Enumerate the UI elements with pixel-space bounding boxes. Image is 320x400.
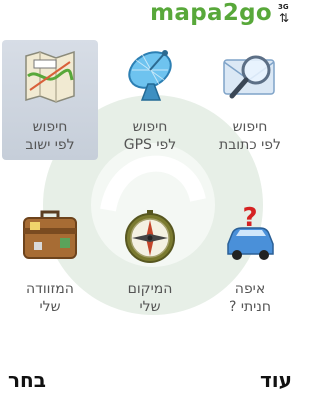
folded-map-icon [25,50,75,103]
network-indicator: 3G ⇅ [278,3,296,25]
menu-item-search-town[interactable]: חיפוש לפי ישוב [2,40,98,160]
menu-item-my-suitcase[interactable]: המזוודה שלי [0,200,100,320]
car-question-icon: ? [227,206,274,260]
menu-item-where-parked[interactable]: ? איפה חניתי ? [200,200,300,320]
menu-item-label: המזוודה שלי [26,281,74,315]
menu-item-search-gps[interactable]: חיפוש לפי GPS [100,40,200,160]
search-magnifier-icon [223,55,275,99]
menu-item-my-location[interactable]: המיקום שלי [100,200,200,320]
menu-item-label: חיפוש לפי ישוב [25,119,75,153]
network-type-label: 3G [278,3,289,11]
data-transfer-icon: ⇅ [279,11,290,25]
menu-item-label: חיפוש לפי GPS [123,119,177,153]
compass-icon [125,210,175,263]
suitcase-icon [23,210,77,259]
softkey-select[interactable]: בחר [8,368,46,392]
menu-item-label: חיפוש לפי כתובת [219,119,281,153]
menu-item-label: המיקום שלי [127,281,173,315]
satellite-dish-icon [128,50,172,101]
menu-item-search-address[interactable]: חיפוש לפי כתובת [200,40,300,160]
brand-logo: mapa2go [150,0,272,26]
svg-text:?: ? [242,206,257,233]
softkey-bar: בחר עוד [0,360,300,400]
softkey-more[interactable]: עוד [260,368,292,392]
status-bar: mapa2go 3G ⇅ [0,0,300,28]
menu-item-label: איפה חניתי ? [228,281,272,315]
app-screen: mapa2go 3G ⇅ חיפוש לפי כתובת חיפוש לפי G… [0,0,300,400]
